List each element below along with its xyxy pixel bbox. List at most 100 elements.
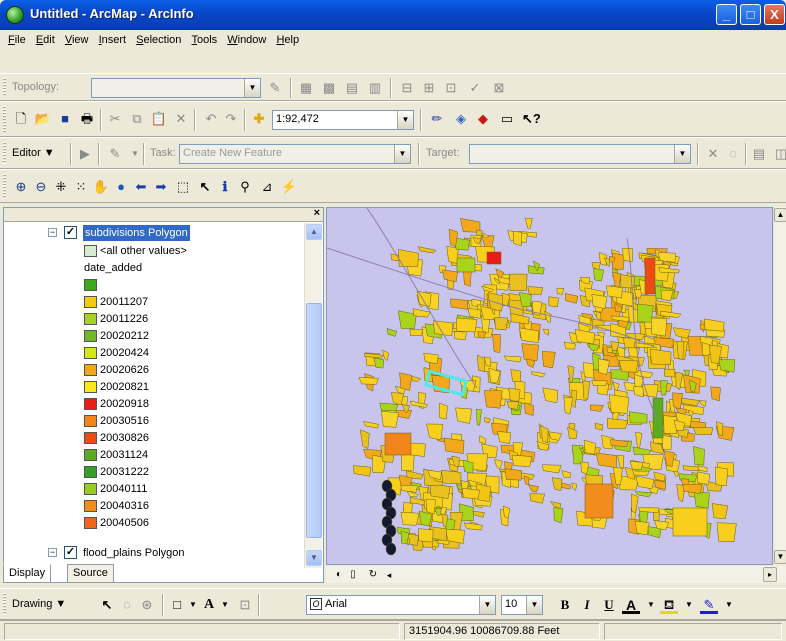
rotate-element-icon[interactable]: ◌ (118, 596, 136, 614)
validate-topology-icon[interactable]: ▤ (343, 79, 361, 97)
fixed-zoom-in-icon[interactable]: ⁜ (52, 178, 70, 196)
sketch-properties-icon[interactable]: ◫ (772, 145, 786, 163)
show-shared-icon[interactable]: ⊞ (420, 79, 438, 97)
font-color-button[interactable]: A (622, 596, 640, 614)
zoom-in-icon[interactable]: ⊕ (12, 178, 30, 196)
scroll-thumb[interactable] (306, 303, 322, 538)
pause-drawing-icon[interactable]: ◂ (380, 566, 398, 584)
hyperlink-lightning-icon[interactable]: ⚡ (280, 178, 298, 196)
validate-extent-icon[interactable]: ▥ (366, 79, 384, 97)
edit-vertices-icon[interactable]: ⊡ (236, 596, 254, 614)
open-folder-icon[interactable]: 📂 (34, 110, 52, 128)
back-extent-icon[interactable]: ⬅ (132, 178, 150, 196)
identify-icon[interactable]: ℹ (216, 178, 234, 196)
menu-tools[interactable]: Tools (191, 34, 217, 46)
zoom-whole-page-icon[interactable]: ⊛ (138, 596, 156, 614)
layer-visibility-checkbox[interactable]: ✓ (64, 226, 77, 239)
toolbar-grip[interactable] (3, 142, 6, 164)
tab-display[interactable]: Display (3, 564, 52, 583)
legend-swatch[interactable] (84, 313, 97, 325)
new-document-icon[interactable]: 🗋 (12, 110, 30, 128)
zoom-out-icon[interactable]: ⊖ (32, 178, 50, 196)
fix-error-icon[interactable]: ✓ (466, 79, 484, 97)
close-button[interactable]: X (764, 4, 785, 25)
legend-swatch[interactable] (84, 330, 97, 342)
fill-color-icon[interactable]: ⛾ (660, 596, 678, 614)
menu-view[interactable]: View (65, 34, 89, 46)
map-topology-icon[interactable]: ▦ (297, 79, 315, 97)
legend-swatch[interactable] (84, 466, 97, 478)
font-size-dropdown[interactable]: 10 ▼ (501, 595, 543, 615)
chevron-down-icon[interactable]: ▼ (680, 596, 698, 614)
toolbar-grip[interactable] (3, 78, 6, 96)
rotate-tool-icon[interactable]: ◌ (724, 145, 742, 163)
undo-icon[interactable]: ↶ (202, 110, 220, 128)
attributes-icon[interactable]: ▤ (750, 145, 768, 163)
font-dropdown[interactable]: O Arial ▼ (306, 595, 496, 615)
tab-source[interactable]: Source (67, 564, 114, 583)
map-vertical-scrollbar[interactable]: ▲ ▼ (773, 207, 786, 565)
legend-swatch[interactable] (84, 500, 97, 512)
legend-swatch[interactable] (84, 398, 97, 410)
scroll-up-icon[interactable]: ▲ (306, 224, 322, 240)
target-dropdown[interactable]: ▼ (469, 144, 691, 164)
minimize-button[interactable]: _ (716, 4, 737, 25)
toolbar-grip[interactable] (3, 174, 6, 198)
task-dropdown[interactable]: Create New Feature ▼ (179, 144, 411, 164)
legend-swatch[interactable] (84, 296, 97, 308)
construct-features-icon[interactable]: ▩ (320, 79, 338, 97)
map-scale-input[interactable]: 1:92,472 ▼ (272, 110, 414, 130)
scroll-down-icon[interactable]: ▼ (774, 550, 786, 564)
layout-view-icon[interactable]: ▯ (344, 566, 362, 584)
legend-swatch[interactable] (84, 381, 97, 393)
collapse-icon[interactable]: − (48, 228, 57, 237)
italic-button[interactable]: I (578, 596, 596, 614)
measure-icon[interactable]: ⊿ (258, 178, 276, 196)
select-elements-arrow-icon[interactable]: ↖ (196, 178, 214, 196)
share-edge-icon[interactable]: ⊟ (398, 79, 416, 97)
legend-swatch[interactable] (84, 245, 97, 257)
legend-swatch[interactable] (84, 517, 97, 529)
select-features-icon[interactable]: ⬚ (174, 178, 192, 196)
expand-icon[interactable]: − (48, 548, 57, 557)
legend-swatch[interactable] (84, 415, 97, 427)
cut-icon[interactable]: ✂ (106, 110, 124, 128)
menu-edit[interactable]: Edit (36, 34, 55, 46)
chevron-down-icon[interactable]: ▼ (126, 145, 144, 163)
whats-this-help-icon[interactable]: ↖? (522, 110, 541, 128)
chevron-down-icon[interactable]: ▼ (216, 596, 234, 614)
bold-button[interactable]: B (556, 596, 574, 614)
editor-toolbar-icon[interactable]: ✏ (428, 110, 446, 128)
delete-icon[interactable]: ✕ (172, 110, 190, 128)
drawing-menu-button[interactable]: Drawing ▼ (12, 598, 66, 610)
find-binoculars-icon[interactable]: ⚲ (236, 178, 254, 196)
generalize-icon[interactable]: ⊡ (442, 79, 460, 97)
redo-icon[interactable]: ↷ (222, 110, 240, 128)
legend-swatch[interactable] (84, 364, 97, 376)
title-bar[interactable]: Untitled - ArcMap - ArcInfo _ □ X (0, 0, 786, 30)
full-extent-globe-icon[interactable]: ● (112, 178, 130, 196)
maximize-button[interactable]: □ (740, 4, 761, 25)
error-inspector-icon[interactable]: ⊠ (490, 79, 508, 97)
legend-swatch[interactable] (84, 449, 97, 461)
legend-swatch[interactable] (84, 483, 97, 495)
legend-swatch[interactable] (84, 279, 97, 291)
line-color-icon[interactable]: ✎ (700, 596, 718, 614)
fixed-zoom-out-icon[interactable]: ⁙ (72, 178, 90, 196)
map-view[interactable] (326, 207, 773, 565)
map-horizontal-scrollbar[interactable]: ◐ ▯ ↻ ◂ ▸ (326, 566, 786, 583)
copy-icon[interactable]: ⧉ (128, 110, 146, 128)
save-icon[interactable]: ■ (56, 110, 74, 128)
toc-vertical-scrollbar[interactable]: ▲ ▼ (304, 223, 322, 568)
chevron-down-icon[interactable]: ▼ (642, 596, 660, 614)
underline-button[interactable]: U (600, 596, 618, 614)
editor-menu-button[interactable]: Editor ▼ (12, 147, 55, 159)
menu-window[interactable]: Window (227, 34, 266, 46)
chevron-down-icon[interactable]: ▼ (720, 596, 738, 614)
toc-close-icon[interactable]: × (314, 207, 320, 219)
arccatalog-icon[interactable]: ◈ (452, 110, 470, 128)
forward-extent-icon[interactable]: ➡ (152, 178, 170, 196)
topology-edit-icon[interactable]: ✎ (266, 79, 284, 97)
scroll-up-icon[interactable]: ▲ (774, 208, 786, 222)
toolbar-grip[interactable] (3, 106, 6, 132)
